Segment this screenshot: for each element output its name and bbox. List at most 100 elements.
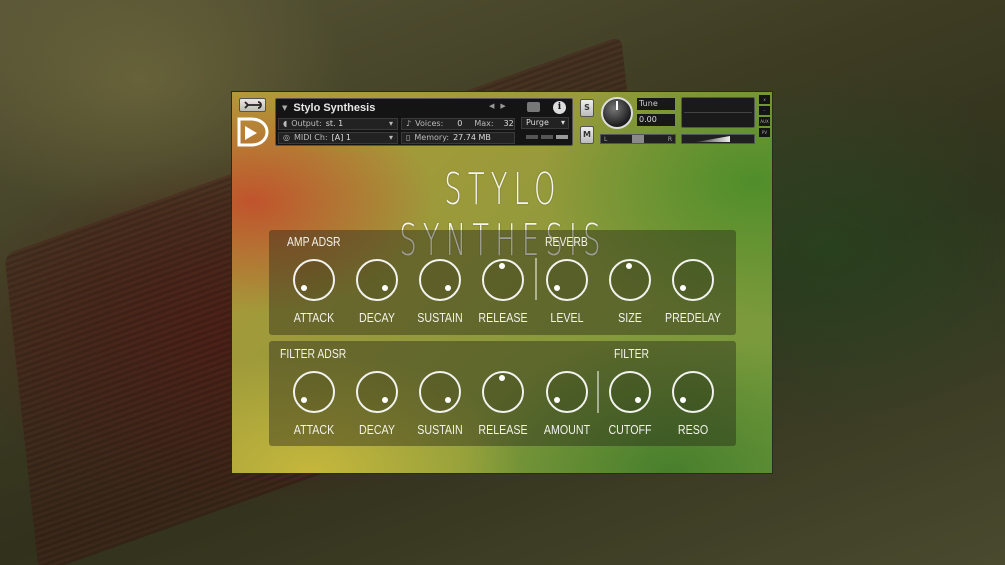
memory-field: ▯ Memory: 27.74 MB bbox=[401, 131, 515, 144]
knob-indicator-dot bbox=[635, 397, 642, 404]
predelay-knob[interactable] bbox=[672, 259, 714, 301]
filter-label: FILTER bbox=[614, 346, 650, 361]
knob-label: CUTOFF bbox=[608, 422, 652, 437]
settings-wrench-button[interactable] bbox=[239, 98, 266, 112]
purge-dropdown[interactable]: Purge ▾ bbox=[521, 117, 569, 129]
tune-value[interactable]: 0.00 bbox=[637, 114, 675, 126]
pv-button[interactable]: PV bbox=[759, 128, 770, 137]
knob-level: LEVEL bbox=[539, 259, 595, 339]
brand-logo-icon bbox=[237, 117, 269, 147]
midi-channel-select[interactable]: ◎ MIDI Ch: [A] 1 ▾ bbox=[278, 131, 398, 144]
volume-fill bbox=[696, 136, 730, 142]
tune-label: Tune bbox=[637, 98, 675, 110]
purge-label: Purge bbox=[526, 118, 549, 127]
memory-icon: ▯ bbox=[406, 133, 411, 142]
instrument-info-panel: ▼ Stylo Synthesis ◀▶ i ◖ Output: st. 1 ▾… bbox=[275, 98, 573, 146]
camera-icon[interactable] bbox=[527, 102, 540, 112]
filter-panel: FILTER ADSR FILTER ATTACK DECAY SUSTAIN REL… bbox=[269, 341, 736, 446]
instrument-name[interactable]: Stylo Synthesis bbox=[293, 102, 375, 114]
output-select[interactable]: ◖ Output: st. 1 ▾ bbox=[278, 117, 398, 130]
voices-icon: ♪ bbox=[406, 119, 412, 128]
knob-label: DECAY bbox=[359, 310, 395, 325]
knob-release: RELEASE bbox=[475, 371, 531, 451]
level-meter bbox=[681, 97, 755, 128]
collapse-triangle-icon[interactable]: ▼ bbox=[282, 104, 287, 112]
output-value: st. 1 bbox=[325, 119, 344, 128]
level-knob[interactable] bbox=[546, 259, 588, 301]
tune-knob[interactable] bbox=[601, 97, 633, 129]
knob-release: RELEASE bbox=[475, 259, 531, 339]
attack-knob[interactable] bbox=[293, 259, 335, 301]
midi-row: ◎ MIDI Ch: [A] 1 ▾ ▯ Memory: 27.74 MB bbox=[278, 131, 515, 144]
knob-indicator-dot bbox=[445, 397, 452, 404]
knob-indicator-dot bbox=[382, 397, 389, 404]
knob-attack: ATTACK bbox=[286, 259, 342, 339]
cpu-meters bbox=[526, 135, 568, 139]
aux-button[interactable]: AUX bbox=[759, 117, 770, 126]
volume-slider[interactable] bbox=[681, 134, 755, 144]
voices-value: 0 bbox=[457, 119, 463, 128]
attack-knob[interactable] bbox=[293, 371, 335, 413]
knob-indicator-dot bbox=[553, 397, 560, 404]
instrument-header: ▼ Stylo Synthesis ◀▶ i ◖ Output: st. 1 ▾… bbox=[232, 92, 772, 154]
reverb-divider bbox=[535, 258, 537, 300]
voices-field: ♪ Voices: 0 Max: 32 bbox=[401, 117, 515, 130]
knob-indicator-dot bbox=[300, 285, 307, 292]
pan-right-label: R bbox=[667, 135, 672, 143]
pan-handle[interactable] bbox=[631, 135, 644, 143]
knob-amount: AMOUNT bbox=[539, 371, 595, 451]
instrument-title-row: ▼ Stylo Synthesis bbox=[282, 101, 522, 115]
wrench-icon bbox=[243, 101, 262, 109]
close-icon[interactable]: x bbox=[759, 95, 770, 104]
side-buttons: x – AUX PV bbox=[759, 95, 770, 137]
midi-icon: ◎ bbox=[283, 133, 290, 142]
knob-label: ATTACK bbox=[293, 422, 335, 437]
reso-knob[interactable] bbox=[672, 371, 714, 413]
knob-decay: DECAY bbox=[349, 371, 405, 451]
amp-adsr-label: AMP ADSR bbox=[287, 234, 341, 249]
knob-label: ATTACK bbox=[293, 310, 335, 325]
info-icon[interactable]: i bbox=[553, 101, 566, 114]
decay-knob[interactable] bbox=[356, 371, 398, 413]
max-voices-value[interactable]: 32 bbox=[504, 119, 514, 128]
release-knob[interactable] bbox=[482, 371, 524, 413]
memory-value: 27.74 MB bbox=[453, 133, 491, 142]
pan-slider[interactable]: L R bbox=[600, 134, 676, 144]
knob-indicator-dot bbox=[499, 375, 505, 381]
knob-label: SUSTAIN bbox=[417, 422, 463, 437]
chevron-down-icon: ▾ bbox=[388, 133, 393, 142]
solo-button[interactable]: S bbox=[580, 99, 594, 117]
output-icon: ◖ bbox=[283, 119, 288, 128]
knob-reso: RESO bbox=[665, 371, 721, 451]
amp-reverb-panel: AMP ADSR REVERB ATTACK DECAY SUSTAIN RELEAS… bbox=[269, 230, 736, 335]
prev-next-arrows-icon[interactable]: ◀▶ bbox=[489, 102, 512, 110]
output-row: ◖ Output: st. 1 ▾ ♪ Voices: 0 Max: 32 bbox=[278, 117, 515, 130]
voices-label: Voices: bbox=[415, 119, 444, 128]
chevron-down-icon: ▾ bbox=[388, 119, 393, 128]
knob-label: SUSTAIN bbox=[417, 310, 463, 325]
knob-indicator-dot bbox=[445, 285, 452, 292]
cutoff-knob[interactable] bbox=[609, 371, 651, 413]
sustain-knob[interactable] bbox=[419, 259, 461, 301]
decay-knob[interactable] bbox=[356, 259, 398, 301]
knob-indicator-dot bbox=[626, 263, 632, 269]
output-label: Output: bbox=[291, 119, 322, 128]
knob-sustain: SUSTAIN bbox=[412, 259, 468, 339]
mute-button[interactable]: M bbox=[580, 126, 594, 144]
knob-indicator-dot bbox=[300, 397, 307, 404]
sustain-knob[interactable] bbox=[419, 371, 461, 413]
knob-label: RESO bbox=[677, 422, 709, 437]
reverb-label: REVERB bbox=[545, 234, 588, 249]
release-knob[interactable] bbox=[482, 259, 524, 301]
amount-knob[interactable] bbox=[546, 371, 588, 413]
filter-adsr-label: FILTER ADSR bbox=[280, 346, 347, 361]
knob-indicator-dot bbox=[382, 285, 389, 292]
size-knob[interactable] bbox=[609, 259, 651, 301]
midi-value: [A] 1 bbox=[331, 133, 352, 142]
minimize-icon[interactable]: – bbox=[759, 106, 770, 115]
knob-indicator-dot bbox=[679, 397, 686, 404]
knob-label: RELEASE bbox=[478, 310, 528, 325]
knob-label: AMOUNT bbox=[543, 422, 591, 437]
midi-label: MIDI Ch: bbox=[293, 133, 328, 142]
max-label: Max: bbox=[474, 119, 494, 128]
